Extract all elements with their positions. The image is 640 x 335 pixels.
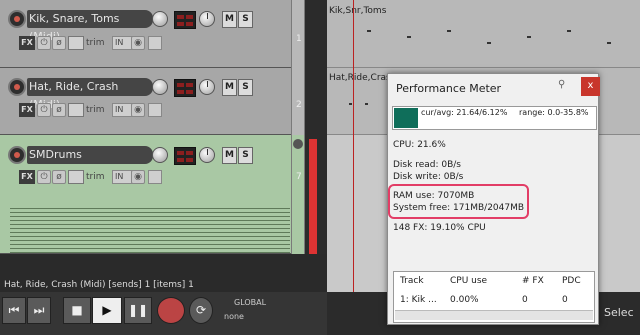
- column-header[interactable]: Track: [400, 276, 424, 286]
- record-arm-button[interactable]: [8, 10, 26, 28]
- track-number: 1: [296, 34, 302, 44]
- fx-button[interactable]: FX: [19, 36, 35, 50]
- io-route-icon[interactable]: [148, 170, 162, 184]
- skip-to-end-button[interactable]: ⏭: [27, 297, 51, 324]
- skip-to-start-button[interactable]: ⏮: [2, 297, 26, 324]
- pin-icon[interactable]: ⚲: [558, 79, 570, 93]
- record-mode-icon[interactable]: ◉: [131, 170, 145, 184]
- record-arm-button[interactable]: [8, 78, 26, 96]
- global-label: GLOBAL: [234, 298, 267, 307]
- fx-bypass-icon[interactable]: ⏻: [37, 170, 51, 184]
- column-header[interactable]: # FX: [522, 276, 544, 286]
- cpu-graph: cur/avg: 21.64/6.12% range: 0.0-35.8%: [392, 106, 597, 130]
- select-label: Selec: [604, 306, 634, 319]
- global-automation-select[interactable]: none: [224, 312, 244, 321]
- edit-cursor: [353, 0, 354, 292]
- track-meter: [174, 11, 196, 29]
- trim-label[interactable]: trim: [86, 36, 105, 50]
- solo-button[interactable]: S: [238, 147, 253, 164]
- trim-label[interactable]: trim: [86, 103, 105, 117]
- highlight-box: [388, 184, 529, 219]
- fx-button[interactable]: FX: [19, 103, 35, 117]
- repeat-button[interactable]: ⟳: [189, 297, 213, 324]
- track-name[interactable]: SMDrums: [27, 146, 153, 164]
- cpu-text: CPU: 21.6%: [393, 140, 446, 150]
- track-name[interactable]: Kik, Snare, Toms (Midi): [27, 10, 153, 43]
- close-button[interactable]: x: [581, 77, 600, 96]
- pan-knob[interactable]: [199, 11, 215, 27]
- record-mode-icon[interactable]: ◉: [131, 36, 145, 50]
- track-number: 2: [296, 100, 302, 110]
- mute-button[interactable]: M: [222, 79, 237, 96]
- track-name[interactable]: Hat, Ride, Crash (Midi): [27, 78, 153, 111]
- pause-button[interactable]: ❚❚: [124, 297, 152, 324]
- selected-track-marker: [309, 139, 317, 254]
- record-mode-icon[interactable]: ◉: [131, 103, 145, 117]
- solo-button[interactable]: S: [238, 79, 253, 96]
- fx-button[interactable]: FX: [19, 170, 35, 184]
- table-cell[interactable]: 0: [562, 295, 568, 305]
- play-button[interactable]: ▶: [92, 297, 122, 324]
- column-header[interactable]: CPU use: [450, 276, 487, 286]
- envelope-icon[interactable]: [68, 170, 84, 184]
- track-cpu-table[interactable]: Track CPU use # FX PDC 1: Kik ... 0.00% …: [393, 271, 595, 323]
- fx-bypass-icon[interactable]: ⏻: [37, 103, 51, 117]
- track-rail-7: [291, 135, 305, 254]
- phase-icon[interactable]: ø: [52, 103, 66, 117]
- volume-knob[interactable]: [152, 11, 168, 27]
- table-cell[interactable]: 0.00%: [450, 295, 479, 305]
- mute-button[interactable]: M: [222, 147, 237, 164]
- stop-button[interactable]: ■: [63, 297, 91, 324]
- pan-knob[interactable]: [199, 79, 215, 95]
- track-panel-1[interactable]: Kik, Snare, Toms (Midi) M S FX ⏻ ø trim …: [0, 0, 291, 68]
- disk-write-text: Disk write: 0B/s: [393, 172, 464, 182]
- solo-button[interactable]: S: [238, 11, 253, 28]
- envelope-icon[interactable]: [68, 36, 84, 50]
- item-title: Kik,Snr,Toms: [329, 6, 387, 16]
- io-route-icon[interactable]: [148, 36, 162, 50]
- envelope-icon[interactable]: [68, 103, 84, 117]
- track-number: 7: [296, 172, 302, 182]
- record-arm-button[interactable]: [8, 146, 26, 164]
- disk-read-text: Disk read: 0B/s: [393, 160, 461, 170]
- phase-icon[interactable]: ø: [52, 170, 66, 184]
- io-route-icon[interactable]: [148, 103, 162, 117]
- track-meter: [174, 147, 196, 165]
- cpu-bar: [394, 108, 418, 128]
- range-text: range: 0.0-35.8%: [519, 108, 589, 117]
- phase-icon[interactable]: ø: [52, 36, 66, 50]
- mute-button[interactable]: M: [222, 11, 237, 28]
- table-cell[interactable]: 1: Kik ...: [400, 295, 437, 305]
- table-cell[interactable]: 0: [522, 295, 528, 305]
- fx-cpu-text: 148 FX: 19.10% CPU: [393, 223, 486, 233]
- track-panel-2[interactable]: Hat, Ride, Crash (Midi) M S FX ⏻ ø trim …: [0, 68, 291, 135]
- media-item-1[interactable]: Kik,Snr,Toms: [327, 0, 640, 68]
- folder-icon[interactable]: [293, 139, 303, 149]
- record-button[interactable]: ●: [157, 297, 185, 324]
- fx-bypass-icon[interactable]: ⏻: [37, 36, 51, 50]
- track-meter: [174, 79, 196, 97]
- child-tracks-stripes: [10, 205, 290, 253]
- status-text: Hat, Ride, Crash (Midi) [sends] 1 [items…: [4, 280, 194, 290]
- column-header[interactable]: PDC: [562, 276, 581, 286]
- volume-knob[interactable]: [152, 79, 168, 95]
- trim-label[interactable]: trim: [86, 170, 105, 184]
- window-title: Performance Meter: [396, 82, 502, 95]
- pan-knob[interactable]: [199, 147, 215, 163]
- horizontal-scrollbar[interactable]: [395, 310, 593, 320]
- cur-avg-text: cur/avg: 21.64/6.12%: [421, 108, 508, 117]
- volume-knob[interactable]: [152, 147, 168, 163]
- track-panel-7[interactable]: SMDrums M S FX ⏻ ø trim IN ◉: [0, 135, 291, 254]
